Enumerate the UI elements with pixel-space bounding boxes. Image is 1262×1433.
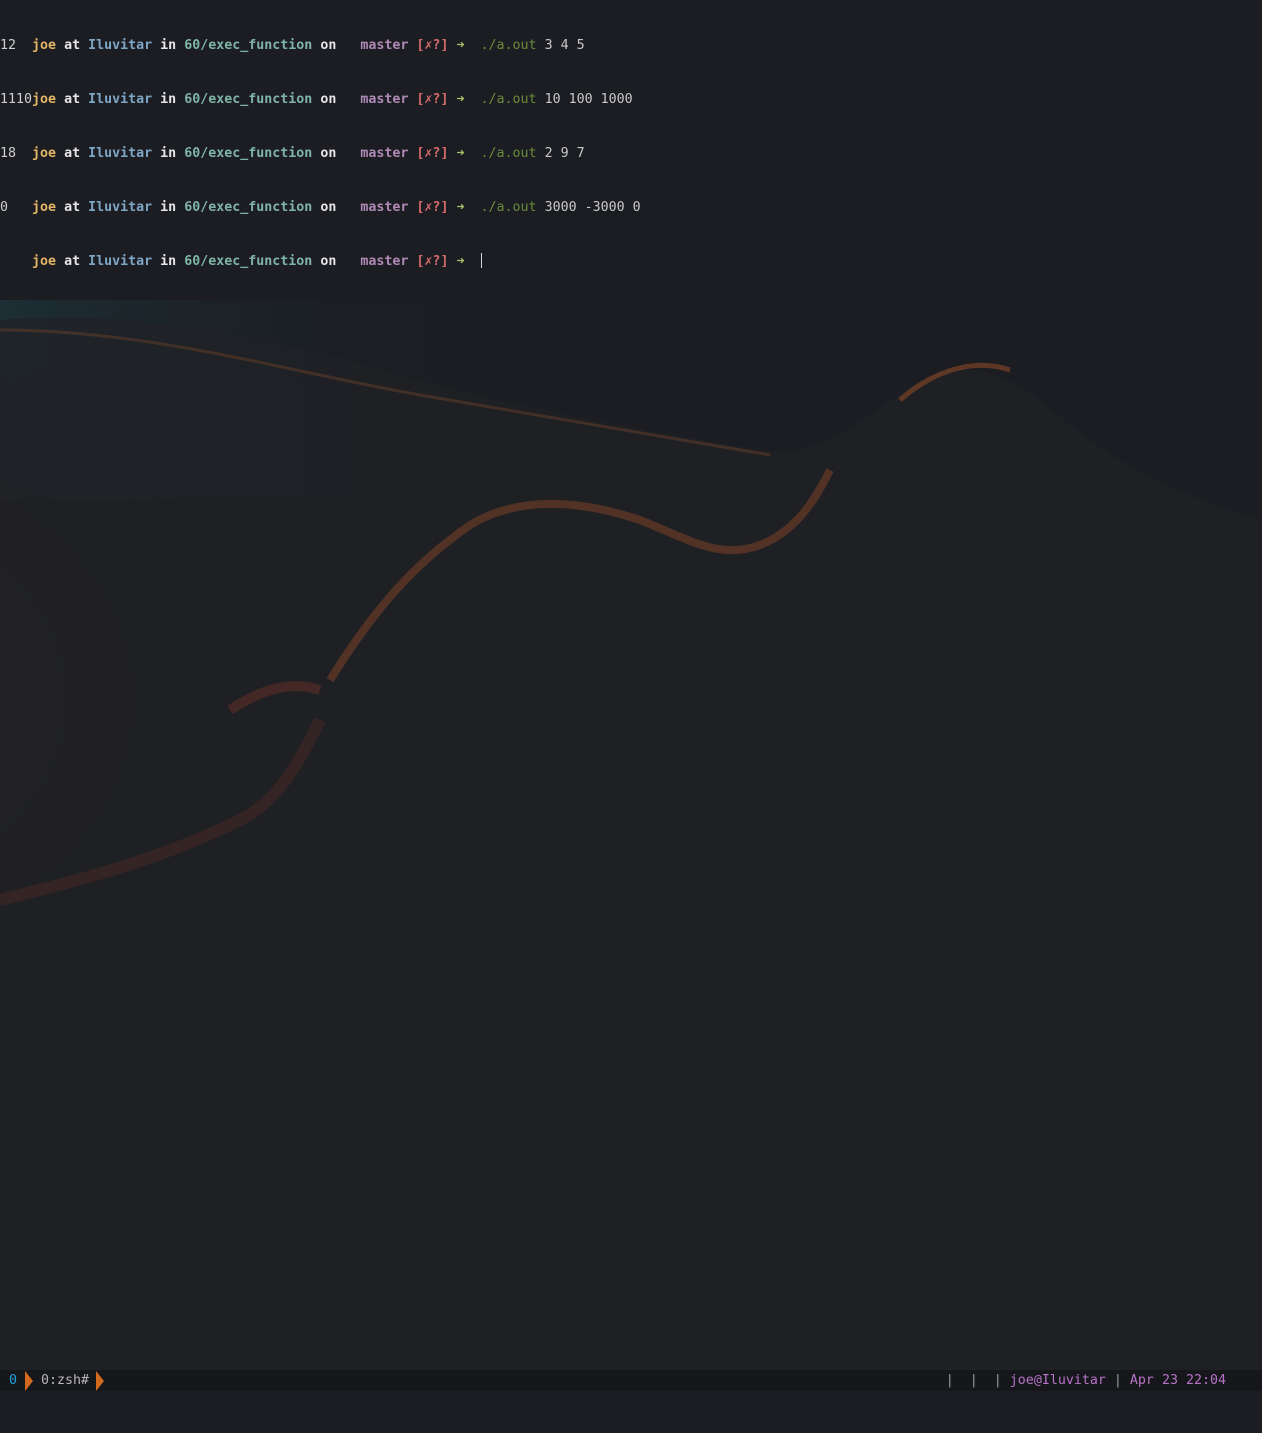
prompt-line: joe at Iluvitar in 60/exec_function on m… <box>0 19 585 53</box>
prompt-arrow: ➜ <box>456 92 465 107</box>
prompt-git-status: [✗?] <box>416 254 449 269</box>
command-args: 2 9 7 <box>544 146 585 161</box>
prompt-user: joe <box>32 146 57 161</box>
prompt-on: on <box>320 200 337 215</box>
prompt-host: Iluvitar <box>88 254 153 269</box>
status-separators: | | | <box>945 1373 1002 1388</box>
status-left: 0 0:zsh# <box>0 1370 105 1391</box>
prompt-host: Iluvitar <box>88 146 153 161</box>
prompt-in: in <box>160 254 177 269</box>
prompt-branch: master <box>360 254 409 269</box>
prompt-user: joe <box>32 200 57 215</box>
prompt-on: on <box>320 254 337 269</box>
prompt-user: joe <box>32 92 57 107</box>
prompt-branch: master <box>360 92 409 107</box>
command-output: 1110 <box>0 92 33 107</box>
command-output: 0 <box>0 200 9 215</box>
prompt-git-status: [✗?] <box>416 200 449 215</box>
prompt-path: 60/exec_function <box>184 38 313 53</box>
prompt-at: at <box>64 38 81 53</box>
prompt-path: 60/exec_function <box>184 92 313 107</box>
prompt-git-status: [✗?] <box>416 38 449 53</box>
command-output: 12 <box>0 38 17 53</box>
current-prompt-line[interactable]: joe at Iluvitar in 60/exec_function on m… <box>0 235 482 269</box>
prompt-in: in <box>160 146 177 161</box>
prompt-in: in <box>160 200 177 215</box>
prompt-line: joe at Iluvitar in 60/exec_function on m… <box>0 73 633 107</box>
prompt-on: on <box>320 38 337 53</box>
prompt-line: joe at Iluvitar in 60/exec_function on m… <box>0 181 641 215</box>
command-name: ./a.out <box>480 38 537 53</box>
prompt-branch: master <box>360 38 409 53</box>
command-name: ./a.out <box>480 146 537 161</box>
command-args: 3 4 5 <box>544 38 585 53</box>
prompt-on: on <box>320 92 337 107</box>
prompt-line: joe at Iluvitar in 60/exec_function on m… <box>0 127 585 161</box>
status-right: | | | joe@Iluvitar | Apr 23 22:04 <box>946 1370 1226 1391</box>
prompt-in: in <box>160 92 177 107</box>
prompt-at: at <box>64 254 81 269</box>
tmux-window-tab[interactable]: 0:zsh# <box>33 1370 96 1391</box>
powerline-separator-icon <box>96 1370 105 1391</box>
tmux-status-bar: 0 0:zsh# | | | joe@Iluvitar | Apr 23 22:… <box>0 1370 1262 1391</box>
command-name: ./a.out <box>480 92 537 107</box>
prompt-on: on <box>320 146 337 161</box>
powerline-separator-icon <box>25 1370 34 1391</box>
status-datetime: Apr 23 22:04 <box>1129 1373 1226 1388</box>
prompt-host: Iluvitar <box>88 92 153 107</box>
prompt-user: joe <box>32 254 57 269</box>
prompt-path: 60/exec_function <box>184 146 313 161</box>
command-name: ./a.out <box>480 200 537 215</box>
prompt-user: joe <box>32 38 57 53</box>
command-args: 3000 -3000 0 <box>544 200 641 215</box>
prompt-host: Iluvitar <box>88 38 153 53</box>
tmux-session-index[interactable]: 0 <box>0 1370 25 1391</box>
prompt-at: at <box>64 146 81 161</box>
prompt-at: at <box>64 92 81 107</box>
status-userhost: joe@Iluvitar <box>1009 1373 1106 1388</box>
prompt-host: Iluvitar <box>88 200 153 215</box>
prompt-branch: master <box>360 200 409 215</box>
prompt-in: in <box>160 38 177 53</box>
status-divider: | <box>1113 1373 1122 1388</box>
prompt-path: 60/exec_function <box>184 200 313 215</box>
prompt-path: 60/exec_function <box>184 254 313 269</box>
prompt-at: at <box>64 200 81 215</box>
prompt-arrow: ➜ <box>456 38 465 53</box>
prompt-git-status: [✗?] <box>416 92 449 107</box>
prompt-git-status: [✗?] <box>416 146 449 161</box>
prompt-arrow: ➜ <box>456 200 465 215</box>
prompt-arrow: ➜ <box>456 254 465 269</box>
prompt-arrow: ➜ <box>456 146 465 161</box>
command-args: 10 100 1000 <box>544 92 633 107</box>
prompt-branch: master <box>360 146 409 161</box>
text-cursor[interactable] <box>480 253 482 268</box>
command-output: 18 <box>0 146 17 161</box>
